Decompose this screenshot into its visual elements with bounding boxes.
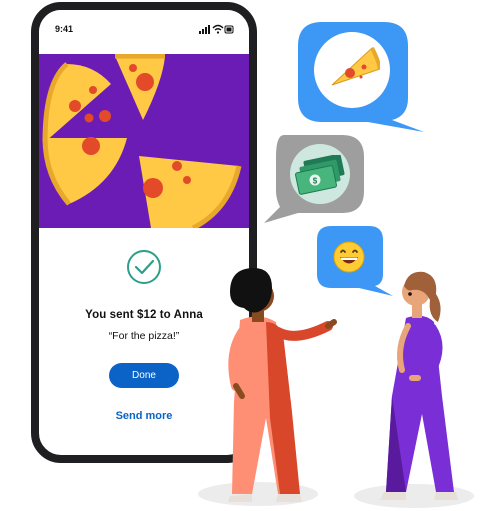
checkmark-circle-icon [127,250,161,284]
status-bar: 9:41 [39,10,249,54]
pizza-slice-icon [331,47,380,86]
illustration-scene: $ 9:41 You sent $12 to Anna “For the piz… [0,0,488,511]
status-time: 9:41 [55,24,74,34]
person-recipient [380,271,458,500]
signal-wifi-battery-icon [199,24,234,34]
pizza-slice-1 [42,62,111,143]
svg-text:$: $ [313,177,318,186]
pizza-slice-4 [139,156,242,228]
pizza-slice-2 [115,54,165,120]
person-sender [228,268,337,502]
pizza-hero-image [39,54,249,228]
cash-icon: $ [295,155,345,195]
done-button[interactable]: Done [109,363,179,388]
